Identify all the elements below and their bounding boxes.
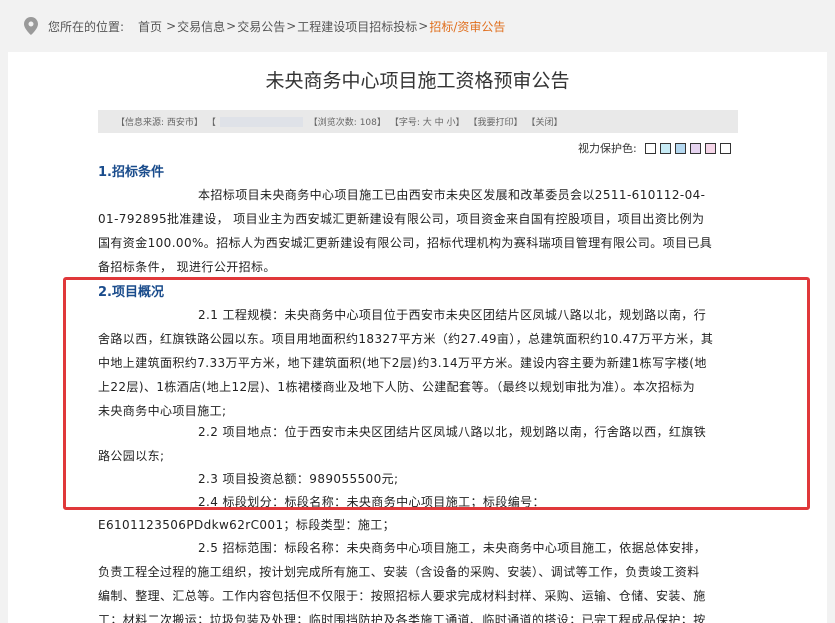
print-link[interactable]: 【我要打印】 [469,115,523,128]
annotation-highlight-box [63,277,810,510]
paragraph-line: 国有资金100.00%。招标人为西安城汇更新建设有限公司，招标代理机构为赛科瑞项… [98,236,713,250]
protect-color-swatch[interactable] [704,142,716,154]
breadcrumb-construction-bidding-link[interactable]: 工程建设项目招标投标 [297,18,417,35]
info-font-size[interactable]: 【字号: 大 中 小】 [390,115,465,128]
protect-color-swatch[interactable] [674,142,686,154]
paragraph-line: E6101123506PDdkw62rC001；标段类型：施工； [98,518,396,532]
paragraph-line: 工；材料二次搬运；垃圾包装及处理；临时围挡防护及各类施工通道、临时通道的搭设；已… [98,613,706,623]
paragraph-line: 01-792895批准建设， 项目业主为西安城汇更新建设有限公司，项目资金来自国… [98,212,705,226]
breadcrumb-separator: > [418,19,429,33]
breadcrumb-prefix: 您所在的位置: [48,19,125,34]
breadcrumb-trade-notice-link[interactable]: 交易公告 [237,18,285,35]
info-blurred-field [219,116,303,127]
breadcrumb-separator: > [226,19,237,33]
breadcrumb-trade-info-link[interactable]: 交易信息 [177,18,225,35]
section-1-title: 1.招标条件 [98,165,164,180]
breadcrumb-current-link[interactable]: 招标/资审公告 [429,18,505,35]
protect-color-swatch[interactable] [719,142,731,154]
info-views: 【浏览次数: 108】 [308,118,386,128]
protect-color-swatch[interactable] [644,142,656,154]
location-pin-icon [24,17,38,35]
paragraph-line: 备招标条件， 现进行公开招标。 [98,260,276,274]
eye-protection-selector: 视力保护色: [578,141,731,155]
breadcrumb-separator: > [166,19,177,33]
paragraph-line: 2.5 招标范围：标段名称：未央商务中心项目施工，未央商务中心项目施工，依据总体… [198,541,707,555]
close-link[interactable]: 【关闭】 [527,115,563,128]
breadcrumb: 您所在的位置: 首页 > 交易信息 > 交易公告 > 工程建设项目招标投标 > … [0,0,835,52]
article-info-bar: 【信息来源: 西安市】 【 【浏览次数: 108】 【字号: 大 中 小】 【我… [98,110,738,133]
breadcrumb-home-link[interactable]: 首页 [138,18,162,35]
breadcrumb-separator: > [286,19,297,33]
paragraph-line: 编制、整理、汇总等。工作内容包括但不仅限于：按照招标人要求完成材料封样、采购、运… [98,589,706,603]
eye-protection-label: 视力保护色: [578,142,637,155]
info-blurred-open: 【 [206,118,216,128]
page-title: 未央商务中心项目施工资格预审公告 [265,70,570,92]
paragraph-line: 负责工程全过程的施工组织，按计划完成所有施工、安装（含设备的采购、安装）、调试等… [98,565,700,579]
info-source: 【信息来源: 西安市】 [116,118,203,128]
protect-color-swatch[interactable] [689,142,701,154]
paragraph-line: 本招标项目未央商务中心项目施工已由西安市未央区发展和改革委员会以2511-610… [198,188,706,202]
protect-color-swatch[interactable] [659,142,671,154]
